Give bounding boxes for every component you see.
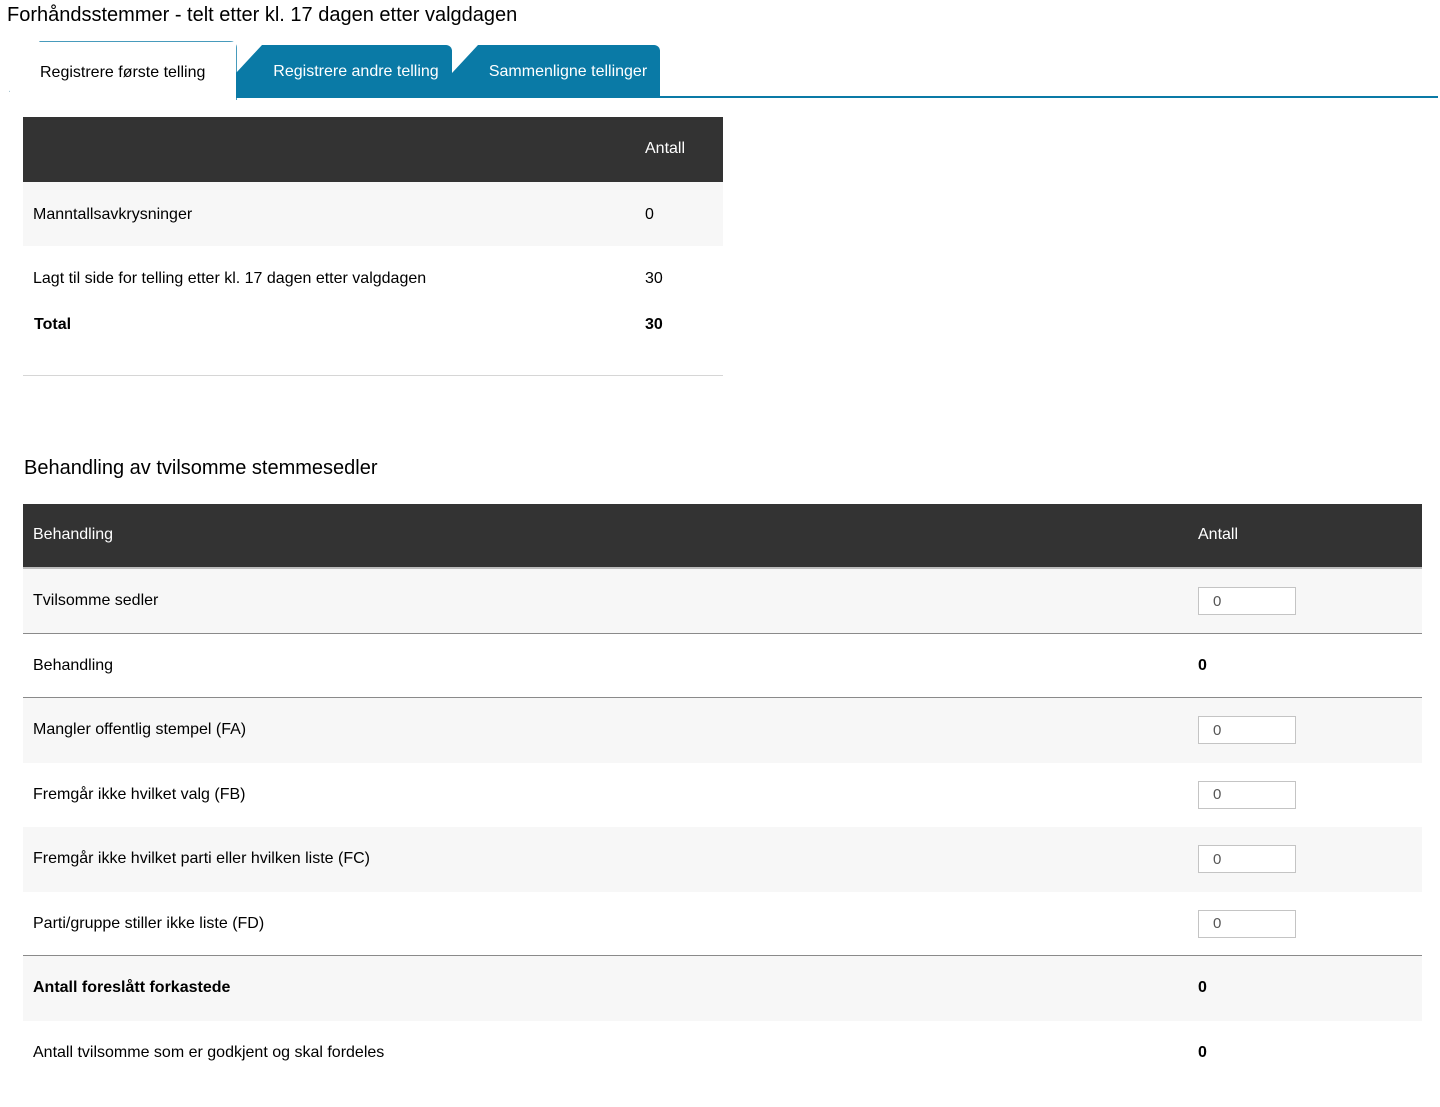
tab-registrere-forste-telling[interactable]: Registrere første telling <box>10 42 236 100</box>
tab-registrere-andre-telling[interactable]: Registrere andre telling <box>236 45 452 98</box>
row-label: Behandling <box>33 656 114 674</box>
row-label: Mangler offentlig stempel (FA) <box>33 721 247 738</box>
row-label: Fremgår ikke hvilket parti eller hvilken… <box>33 850 370 867</box>
table-row: Mangler offentlig stempel (FA) <box>23 698 1422 763</box>
fa-input[interactable] <box>1198 716 1296 744</box>
fd-input[interactable] <box>1198 909 1296 938</box>
summary-table-header: Antall <box>23 117 723 182</box>
table-row: Parti/gruppe stiller ikke liste (FD) <box>23 892 1422 956</box>
row-value: 0 <box>1198 656 1207 674</box>
total-label: Total <box>34 316 72 333</box>
row-value: 0 <box>1198 1043 1207 1061</box>
table-row: Antall tvilsomme som er godkjent og skal… <box>23 1021 1422 1086</box>
page-title: Forhåndsstemmer - telt etter kl. 17 dage… <box>7 4 518 26</box>
table-row: Manntallsavkrysninger 0 <box>23 182 723 246</box>
row-value: 0 <box>645 206 654 223</box>
tab-sammenligne-tellinger[interactable]: Sammenligne tellinger <box>452 45 660 98</box>
table-row: Lagt til side for telling etter kl. 17 d… <box>23 246 723 310</box>
table-row: Antall foreslått forkastede 0 <box>23 956 1422 1021</box>
table-row: Tvilsomme sedler <box>23 569 1422 634</box>
total-row: Total 30 <box>23 310 723 376</box>
row-label: Lagt til side for telling etter kl. 17 d… <box>33 270 427 287</box>
row-label: Manntallsavkrysninger <box>33 206 193 223</box>
table-row: Fremgår ikke hvilket valg (FB) <box>23 763 1422 828</box>
column-header-antall: Antall <box>1198 526 1239 543</box>
column-header-behandling: Behandling <box>33 526 114 543</box>
fc-input[interactable] <box>1198 845 1296 873</box>
summary-table: Antall Manntallsavkrysninger 0 Lagt til … <box>23 117 723 376</box>
tab-bar: Registrere første telling Registrere and… <box>0 40 1440 100</box>
fb-input[interactable] <box>1198 780 1296 809</box>
doubtful-table-header: Behandling Antall <box>23 504 1422 569</box>
total-value: 30 <box>645 316 663 333</box>
row-label: Tvilsomme sedler <box>33 592 159 609</box>
row-value: 30 <box>645 270 663 287</box>
section-title: Behandling av tvilsomme stemmesedler <box>24 457 378 479</box>
row-label: Antall foreslått forkastede <box>33 979 231 996</box>
table-row: Behandling 0 <box>23 634 1422 698</box>
table-row: Fremgår ikke hvilket parti eller hvilken… <box>23 827 1422 892</box>
tvilsomme-sedler-input[interactable] <box>1198 587 1296 615</box>
row-label: Fremgår ikke hvilket valg (FB) <box>33 785 246 803</box>
row-label: Antall tvilsomme som er godkjent og skal… <box>33 1043 385 1061</box>
doubtful-ballots-table: Behandling Antall Tvilsomme sedler Behan… <box>23 504 1422 1085</box>
column-header-antall: Antall <box>645 140 686 157</box>
row-label: Parti/gruppe stiller ikke liste (FD) <box>33 914 265 932</box>
row-value: 0 <box>1198 979 1207 996</box>
